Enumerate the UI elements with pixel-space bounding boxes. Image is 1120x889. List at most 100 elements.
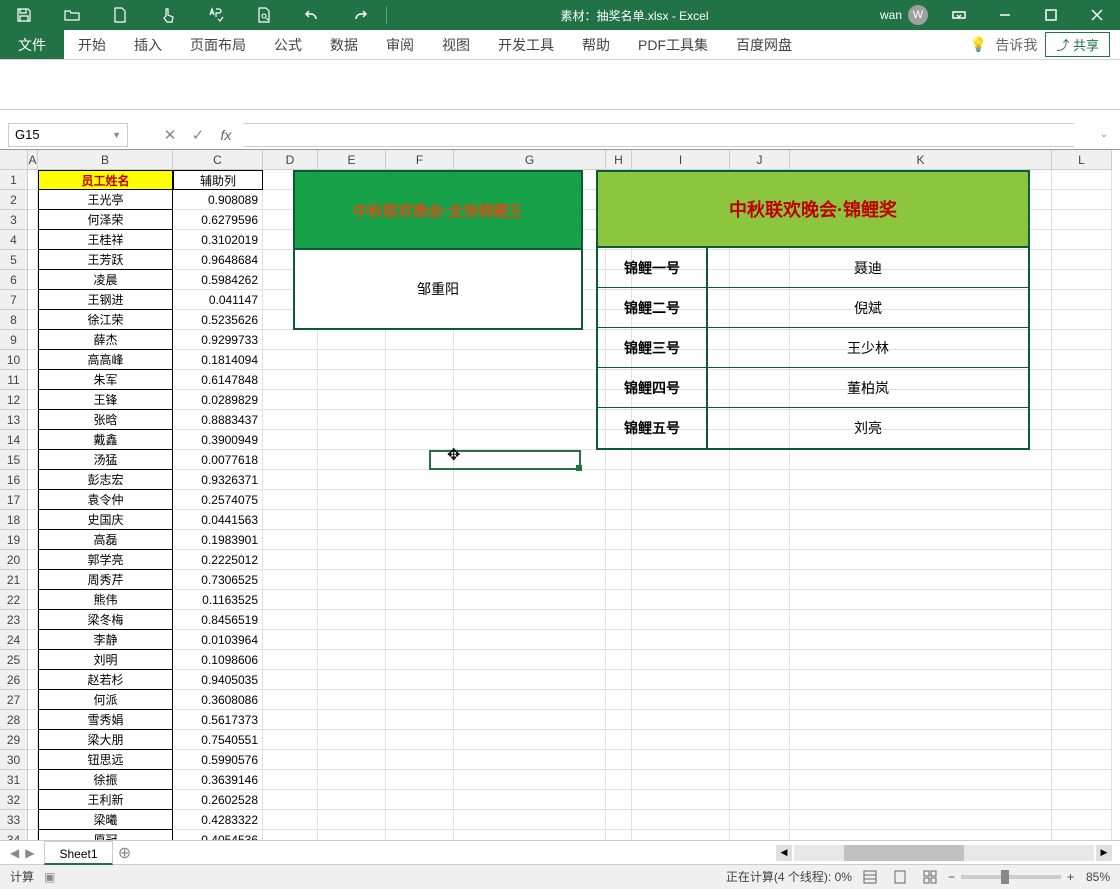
cell[interactable]: 0.2574075 xyxy=(173,490,263,510)
name-box[interactable]: G15 ▼ xyxy=(8,123,128,147)
row-header-18[interactable]: 18 xyxy=(0,510,28,530)
cell[interactable]: 辅助列 xyxy=(173,170,263,190)
row-header-23[interactable]: 23 xyxy=(0,610,28,630)
cell[interactable] xyxy=(263,690,318,710)
column-header-K[interactable]: K xyxy=(790,150,1052,169)
cell[interactable] xyxy=(28,490,38,510)
cell[interactable] xyxy=(318,810,386,830)
redo-button[interactable] xyxy=(336,0,384,30)
cell[interactable] xyxy=(318,430,386,450)
cell[interactable]: 梁大朋 xyxy=(38,730,173,750)
cell[interactable] xyxy=(1052,670,1112,690)
cell[interactable] xyxy=(1052,470,1112,490)
cell[interactable] xyxy=(790,710,1052,730)
cell[interactable]: 彭志宏 xyxy=(38,470,173,490)
cell[interactable]: 0.1163525 xyxy=(173,590,263,610)
cell[interactable] xyxy=(730,450,790,470)
column-header-C[interactable]: C xyxy=(173,150,263,169)
cell[interactable]: 刘明 xyxy=(38,650,173,670)
cell[interactable] xyxy=(263,510,318,530)
cell[interactable] xyxy=(730,530,790,550)
cell[interactable]: 0.0441563 xyxy=(173,510,263,530)
cell[interactable] xyxy=(730,730,790,750)
cell[interactable] xyxy=(263,550,318,570)
row-header-32[interactable]: 32 xyxy=(0,790,28,810)
cell[interactable] xyxy=(28,730,38,750)
cell[interactable] xyxy=(454,390,606,410)
row-header-7[interactable]: 7 xyxy=(0,290,28,310)
cell[interactable]: 王芳跃 xyxy=(38,250,173,270)
cell[interactable] xyxy=(1052,810,1112,830)
scroll-right-button[interactable]: ▶ xyxy=(1096,845,1112,861)
cell[interactable]: 0.908089 xyxy=(173,190,263,210)
cell[interactable] xyxy=(1052,550,1112,570)
row-header-5[interactable]: 5 xyxy=(0,250,28,270)
cell[interactable] xyxy=(318,550,386,570)
cell[interactable] xyxy=(790,730,1052,750)
sheet-tab-sheet1[interactable]: Sheet1 xyxy=(44,841,112,865)
cell[interactable] xyxy=(1052,370,1112,390)
cell[interactable] xyxy=(263,410,318,430)
cell[interactable] xyxy=(632,710,730,730)
fx-button[interactable]: fx xyxy=(214,123,238,147)
cell[interactable] xyxy=(454,330,606,350)
cell[interactable]: 汤猛 xyxy=(38,450,173,470)
row-header-30[interactable]: 30 xyxy=(0,750,28,770)
cell[interactable] xyxy=(606,450,632,470)
cell[interactable] xyxy=(318,490,386,510)
cell[interactable]: 0.6147848 xyxy=(173,370,263,390)
cell[interactable]: 赵若杉 xyxy=(38,670,173,690)
cell[interactable]: 0.9648684 xyxy=(173,250,263,270)
cell[interactable] xyxy=(318,370,386,390)
sheet-nav-next[interactable]: ▶ xyxy=(25,846,34,860)
cell[interactable]: 员工姓名 xyxy=(38,170,173,190)
cell[interactable] xyxy=(454,830,606,840)
cell[interactable] xyxy=(263,650,318,670)
cell[interactable]: 王利新 xyxy=(38,790,173,810)
cell[interactable] xyxy=(318,750,386,770)
cell[interactable] xyxy=(730,510,790,530)
row-header-8[interactable]: 8 xyxy=(0,310,28,330)
row-header-16[interactable]: 16 xyxy=(0,470,28,490)
cell[interactable] xyxy=(28,450,38,470)
cell[interactable]: 袁令仲 xyxy=(38,490,173,510)
cell[interactable] xyxy=(386,490,454,510)
column-header-E[interactable]: E xyxy=(318,150,386,169)
cell[interactable] xyxy=(318,530,386,550)
zoom-out-button[interactable]: − xyxy=(948,870,955,884)
cell[interactable] xyxy=(606,510,632,530)
cell[interactable] xyxy=(263,810,318,830)
cell[interactable]: 0.2225012 xyxy=(173,550,263,570)
cell[interactable]: 何派 xyxy=(38,690,173,710)
cell[interactable] xyxy=(730,650,790,670)
cell[interactable]: 0.1814094 xyxy=(173,350,263,370)
cell[interactable] xyxy=(454,510,606,530)
cell[interactable] xyxy=(28,650,38,670)
cell[interactable]: 0.9405035 xyxy=(173,670,263,690)
cell[interactable] xyxy=(318,470,386,490)
macro-record-icon[interactable]: ▣ xyxy=(44,870,55,884)
row-header-2[interactable]: 2 xyxy=(0,190,28,210)
cell[interactable] xyxy=(263,630,318,650)
share-button[interactable]: ⤴ 共享 xyxy=(1045,32,1110,57)
cell[interactable]: 0.3608086 xyxy=(173,690,263,710)
cell[interactable] xyxy=(790,810,1052,830)
tab-developer[interactable]: 开发工具 xyxy=(484,30,568,59)
cell[interactable] xyxy=(386,550,454,570)
cell[interactable] xyxy=(730,490,790,510)
cell[interactable] xyxy=(632,590,730,610)
row-header-3[interactable]: 3 xyxy=(0,210,28,230)
cell[interactable] xyxy=(730,470,790,490)
cell[interactable] xyxy=(263,530,318,550)
cell[interactable]: 钮思远 xyxy=(38,750,173,770)
cell[interactable] xyxy=(790,470,1052,490)
cell[interactable] xyxy=(28,770,38,790)
formula-input[interactable] xyxy=(244,123,1074,147)
cell[interactable] xyxy=(454,810,606,830)
row-header-4[interactable]: 4 xyxy=(0,230,28,250)
cell[interactable] xyxy=(28,390,38,410)
row-header-34[interactable]: 34 xyxy=(0,830,28,840)
cell[interactable]: 0.0289829 xyxy=(173,390,263,410)
cell[interactable] xyxy=(263,470,318,490)
cell[interactable] xyxy=(730,750,790,770)
